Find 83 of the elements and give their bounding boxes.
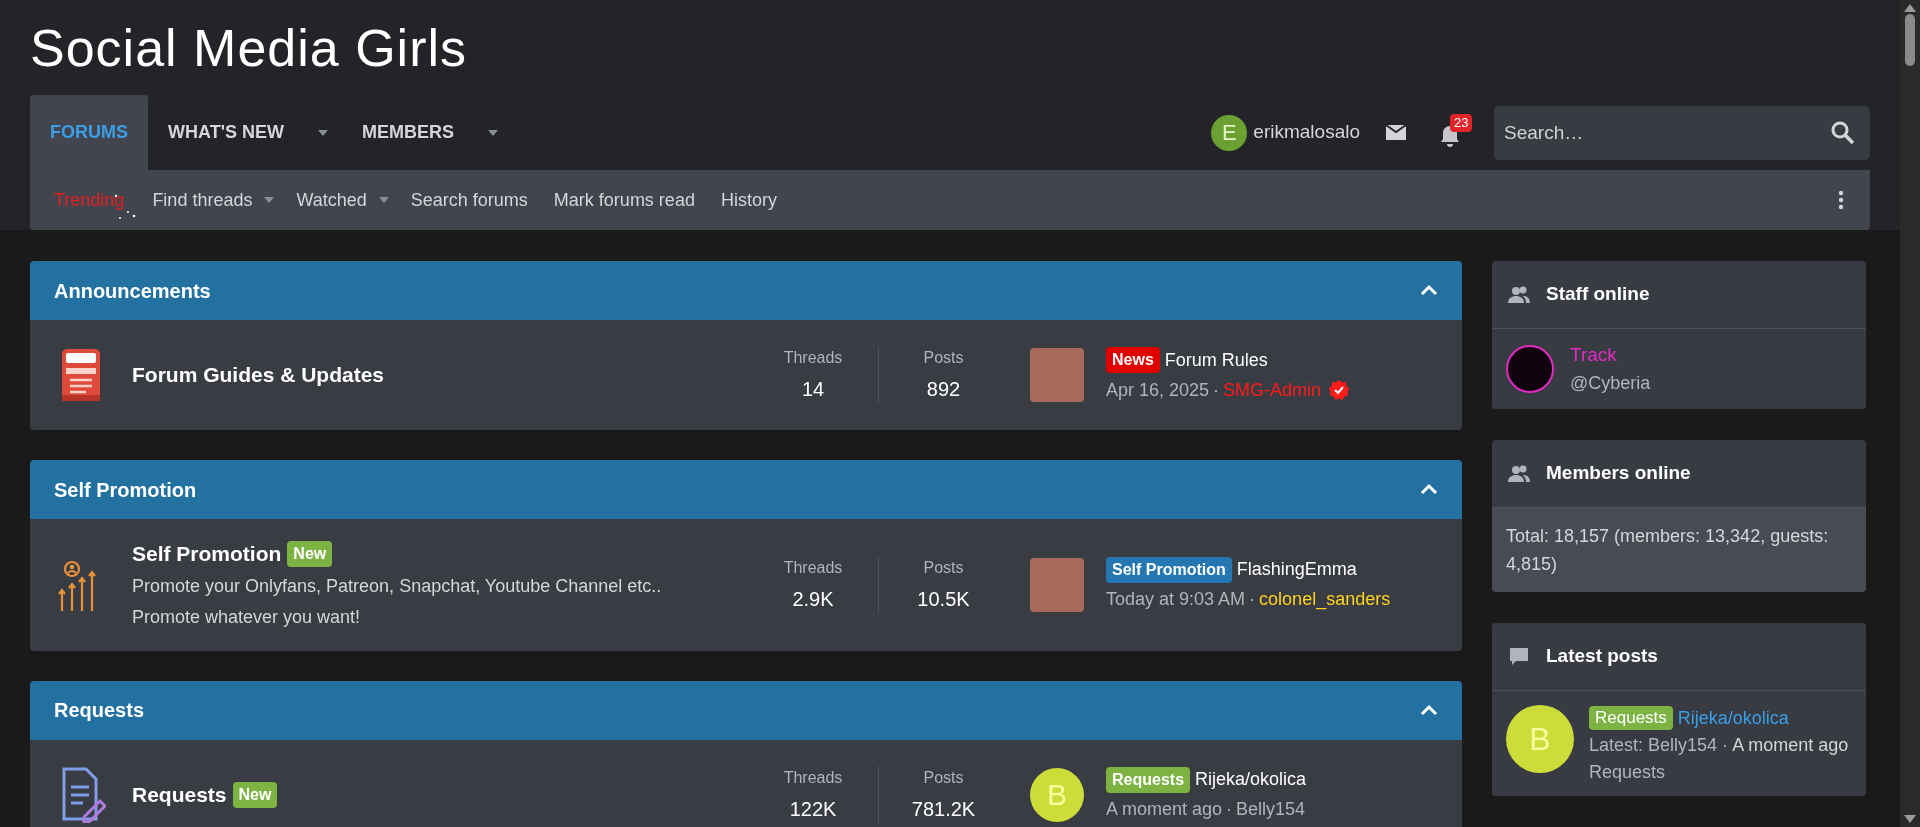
stat-label: Posts	[923, 767, 964, 788]
scrollbar-thumb[interactable]	[1905, 14, 1915, 66]
forum-description: Promote whatever you want!	[132, 605, 362, 629]
separator-dot: ·	[1226, 798, 1233, 821]
site-title[interactable]: Social Media Girls	[30, 8, 468, 87]
post-time: Apr 16, 2025	[1106, 378, 1210, 402]
thread-title[interactable]: FlashingEmma	[1236, 556, 1357, 584]
category-title[interactable]: Announcements	[54, 275, 211, 306]
people-icon	[1508, 285, 1530, 304]
forum-link[interactable]: Requests	[1589, 758, 1849, 786]
thread-prefix: Self Promotion	[1106, 556, 1232, 583]
scroll-up-icon[interactable]	[1904, 4, 1916, 12]
nav-tab[interactable]: MEMBERS	[341, 95, 474, 170]
caret-icon[interactable]	[317, 129, 328, 136]
search-field[interactable]: Search…	[1494, 105, 1870, 160]
mail-icon[interactable]	[1384, 122, 1408, 143]
search-icon[interactable]	[1830, 119, 1856, 146]
category-header[interactable]: Self Promotion	[30, 460, 1462, 519]
post-time: Today at 9:03 AM	[1106, 588, 1246, 612]
caret-icon[interactable]	[487, 129, 498, 136]
scroll-down-icon[interactable]	[1904, 815, 1916, 823]
stat-value: 14	[801, 377, 825, 402]
thread-prefix: Requests	[1589, 706, 1673, 730]
new-badge: New	[232, 781, 278, 808]
stat-value: 781.2K	[911, 796, 976, 822]
stat-label: Threads	[783, 348, 843, 368]
stat-label: Threads	[783, 767, 843, 788]
avatar[interactable]: E	[1211, 114, 1248, 151]
people-icon	[1508, 463, 1530, 483]
username[interactable]: SMG-Admin	[1223, 376, 1322, 404]
username[interactable]: erikmalosalo	[1253, 118, 1360, 147]
staff-handle: @Cyberia	[1570, 371, 1651, 395]
separator-dot: ·	[1213, 378, 1220, 402]
more-options-icon[interactable]	[1838, 190, 1844, 210]
forum-title[interactable]: Requests	[132, 778, 227, 811]
separator-dot: ·	[1249, 588, 1256, 612]
category-title[interactable]: Self Promotion	[54, 474, 197, 505]
separator-dot: ·	[1722, 734, 1729, 755]
thread-title[interactable]: Rijeka/okolica	[1677, 704, 1789, 732]
post-time: A moment ago	[1106, 798, 1223, 821]
sub-nav-link[interactable]: Mark forums read	[541, 186, 707, 214]
category-title[interactable]: Requests	[54, 695, 145, 725]
collapse-icon[interactable]	[1420, 702, 1438, 718]
avatar[interactable]	[1506, 344, 1554, 393]
thread-title[interactable]: Rijeka/okolica	[1195, 766, 1307, 793]
sub-nav-link[interactable]: Find threads	[140, 186, 265, 214]
card-title: Staff online	[1546, 282, 1650, 307]
sub-nav-link[interactable]: History	[708, 186, 789, 214]
stat-value: 122K	[789, 796, 837, 822]
caret-icon[interactable]	[264, 197, 275, 203]
card-title: Latest posts	[1546, 643, 1658, 668]
collapse-icon[interactable]	[1420, 283, 1438, 298]
online-summary: Total: 18,157 (members: 13,342, guests: 4,815)	[1506, 524, 1830, 576]
sub-nav-link[interactable]: Watched	[284, 186, 379, 214]
new-badge: New	[287, 540, 333, 567]
stat-label: Posts	[923, 348, 964, 368]
staff-name[interactable]: Track	[1570, 341, 1651, 370]
collapse-icon[interactable]	[1420, 482, 1438, 497]
scrollbar[interactable]	[1900, 0, 1920, 827]
stat-value: 892	[926, 377, 961, 402]
nav-tab[interactable]: FORUMS	[30, 95, 148, 170]
stat-label: Threads	[783, 557, 843, 578]
forum-description: Promote your Onlyfans, Patreon, Snapchat, Youtube Channel etc..	[132, 574, 663, 598]
sub-nav-link[interactable]: Search forums	[398, 186, 540, 214]
stat-value: 10.5K	[917, 586, 970, 612]
stat-label: Posts	[923, 557, 964, 578]
username[interactable]: colonel_sanders	[1259, 586, 1391, 614]
post-time: A moment ago	[1732, 734, 1849, 755]
chat-bubble-icon	[1508, 646, 1530, 666]
forum-title[interactable]: Self Promotion	[132, 538, 282, 570]
post-author[interactable]: Latest: Belly154	[1589, 734, 1718, 755]
username[interactable]: Belly154	[1236, 796, 1306, 823]
card-title: Members online	[1546, 460, 1691, 485]
thread-title[interactable]: Forum Rules	[1164, 346, 1268, 374]
nav-tab[interactable]: WHAT'S NEW	[148, 95, 304, 170]
thread-prefix: News	[1106, 347, 1160, 373]
forum-title[interactable]: Forum Guides & Updates	[132, 359, 385, 391]
caret-icon[interactable]	[378, 197, 389, 203]
category-header[interactable]: Requests	[30, 680, 1462, 740]
category-header[interactable]: Announcements	[30, 261, 1462, 320]
notification-count: 23	[1450, 113, 1473, 132]
stat-value: 2.9K	[792, 586, 834, 612]
thread-prefix: Requests	[1106, 766, 1191, 793]
